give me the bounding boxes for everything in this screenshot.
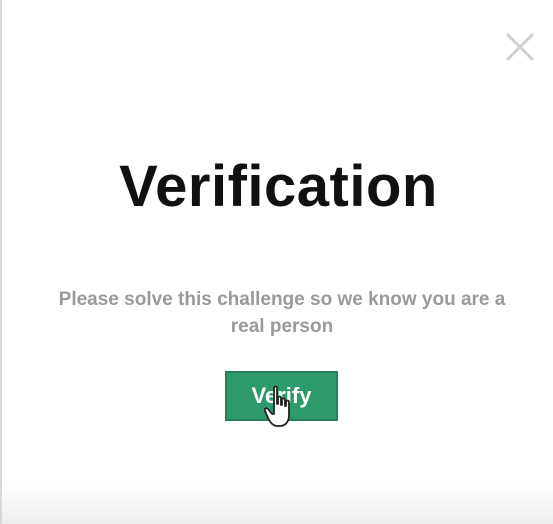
close-button[interactable] [503, 30, 537, 64]
bottom-shade [2, 484, 553, 524]
verify-button[interactable]: Verify [225, 371, 338, 421]
verification-dialog: Verification Please solve this challenge… [0, 0, 553, 524]
close-icon [506, 33, 534, 61]
dialog-title: Verification [119, 154, 438, 219]
dialog-message: Please solve this challenge so we know y… [58, 289, 506, 337]
